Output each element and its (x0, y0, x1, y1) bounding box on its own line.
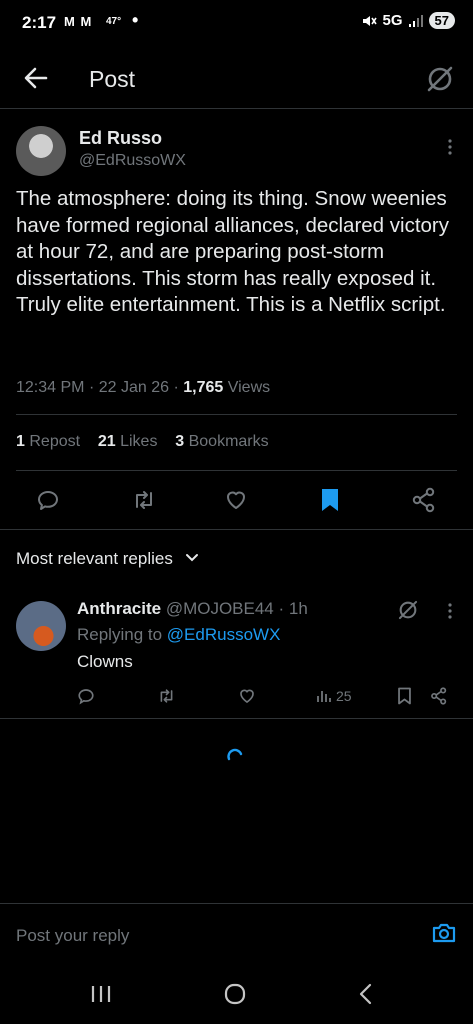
author-name[interactable]: Ed Russo (79, 128, 162, 149)
reply-compose-bar: Post your reply (0, 903, 473, 964)
gmail-notification-icons: M M (64, 14, 93, 29)
bookmark-filled-icon (322, 489, 338, 511)
reply-icon (38, 491, 58, 510)
reply-more-options-icon[interactable] (447, 602, 453, 620)
bookmark-button[interactable] (316, 486, 344, 514)
likes-label[interactable]: Likes (120, 433, 157, 450)
reply-time: 1h (288, 599, 308, 618)
reply-like-button[interactable] (238, 684, 256, 708)
reply-views-count: 25 (336, 688, 352, 704)
views-label[interactable]: Views (228, 379, 270, 396)
page-title: Post (89, 66, 136, 92)
system-nav-bar (0, 964, 473, 1024)
reposts-count[interactable]: 1 (16, 433, 25, 450)
post-action-bar (0, 472, 473, 528)
bookmarks-count[interactable]: 3 (175, 433, 184, 450)
post-date: 22 Jan 26 (98, 379, 169, 396)
reply-action-bar: 25 (0, 684, 473, 710)
top-header: Post (0, 52, 473, 109)
battery-indicator: 57 (428, 12, 455, 29)
post-time: 12:34 PM (16, 379, 85, 396)
like-button[interactable] (222, 486, 250, 514)
meta-separator: · (173, 379, 179, 396)
status-bar: 2:17 M M 47° • 5G 57 (0, 0, 473, 44)
meta-separator: · (88, 379, 95, 396)
likes-count[interactable]: 21 (98, 433, 116, 450)
divider (0, 718, 473, 719)
reply-button[interactable] (34, 486, 62, 514)
back-arrow-icon[interactable] (22, 64, 50, 92)
camera-icon[interactable] (431, 921, 457, 945)
share-icon (412, 487, 435, 513)
heart-icon (240, 689, 254, 703)
reply-author-name[interactable]: Anthracite (77, 599, 161, 618)
heart-icon (227, 491, 245, 509)
views-count[interactable]: 1,765 (183, 379, 223, 396)
loading-spinner-icon (227, 748, 243, 761)
mute-icon (362, 15, 377, 26)
grok-icon[interactable] (397, 599, 419, 621)
signal-icon (408, 14, 423, 27)
home-icon[interactable] (223, 983, 247, 1005)
reply-text: Clowns (77, 652, 133, 671)
repost-button[interactable] (130, 486, 158, 514)
network-type: 5G (382, 12, 403, 29)
grok-icon[interactable] (425, 64, 455, 94)
divider (16, 470, 457, 471)
replying-to: Replying to @EdRussoWX (77, 625, 280, 645)
reply-icon (78, 689, 94, 705)
analytics-icon (317, 691, 331, 702)
chevron-down-icon (185, 554, 198, 562)
status-time: 2:17 (22, 13, 57, 32)
post-text: The atmosphere: doing its thing. Snow we… (16, 187, 450, 316)
reply-repost-button[interactable] (157, 684, 176, 708)
more-options-icon[interactable] (447, 138, 453, 156)
reply-input[interactable]: Post your reply (16, 926, 129, 946)
reply-reply-button[interactable] (77, 684, 95, 708)
author-handle[interactable]: @EdRussoWX (79, 152, 186, 170)
replies-sort-dropdown[interactable]: Most relevant replies (16, 549, 200, 569)
reply-views-button[interactable]: 25 (316, 684, 352, 708)
bookmarks-label[interactable]: Bookmarks (189, 433, 269, 450)
more-notifications-dot: • (132, 10, 139, 30)
reply-author-handle[interactable]: @MOJOBE44 (166, 599, 274, 618)
post-meta: 12:34 PM · 22 Jan 26 · 1,765 Views (16, 379, 270, 397)
replies-sort-label: Most relevant replies (16, 549, 173, 568)
reply-separator: · (278, 599, 285, 618)
reply-share-button[interactable] (430, 684, 448, 708)
author-avatar[interactable] (16, 126, 66, 176)
recent-apps-icon[interactable] (90, 984, 112, 1004)
repost-icon (136, 491, 152, 509)
post-stats: 1 Repost 21 Likes 3 Bookmarks (16, 433, 269, 451)
replying-to-label: Replying to (77, 625, 163, 644)
reply-bookmark-button[interactable] (397, 684, 412, 708)
repost-icon (160, 689, 173, 703)
replying-to-handle[interactable]: @EdRussoWX (167, 625, 281, 644)
divider (16, 414, 457, 415)
share-button[interactable] (410, 486, 438, 514)
reply-header: Anthracite @MOJOBE44 · 1h (77, 599, 308, 619)
divider (0, 529, 473, 530)
share-icon (431, 687, 447, 705)
reply-avatar[interactable] (16, 601, 66, 651)
back-icon[interactable] (357, 982, 375, 1006)
reposts-label[interactable]: Repost (29, 433, 80, 450)
weather-temp: 47° (106, 16, 122, 27)
bookmark-icon (398, 687, 411, 705)
status-right: 5G 57 (361, 12, 455, 29)
